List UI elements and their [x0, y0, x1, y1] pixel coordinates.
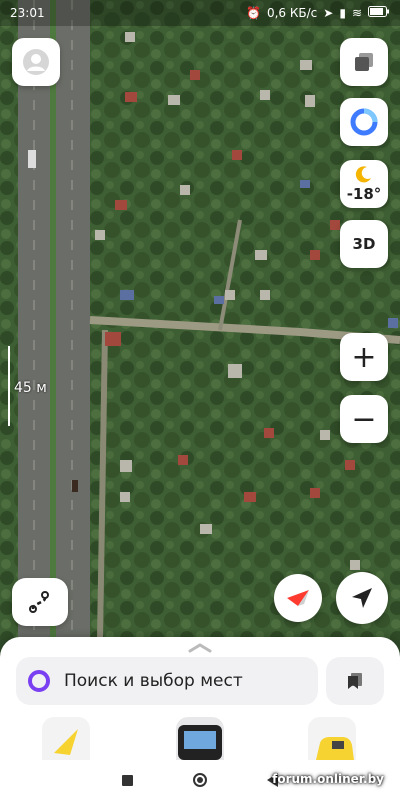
taxi-app[interactable]: [308, 717, 356, 760]
bookmarks-icon: [348, 673, 362, 689]
navigator-app[interactable]: [42, 717, 90, 760]
zoom-out-button[interactable]: −: [340, 395, 388, 443]
wifi-icon: ≋: [351, 6, 362, 20]
3d-view-button[interactable]: 3D: [340, 220, 388, 268]
recent-apps-button[interactable]: [122, 774, 133, 786]
route-button[interactable]: [12, 578, 68, 626]
compass-button[interactable]: [274, 574, 322, 622]
bookmarks-button[interactable]: [326, 657, 384, 705]
route-icon: [29, 591, 49, 613]
weather-temperature: -18°: [346, 185, 382, 203]
alice-search-icon: [28, 670, 50, 692]
alice-icon: [350, 108, 378, 136]
alarm-icon: ⏰: [246, 6, 261, 20]
satellite-map[interactable]: 45 м: [0, 0, 400, 640]
layers-icon: [355, 53, 373, 71]
transport-app[interactable]: [176, 717, 224, 760]
my-location-button[interactable]: [336, 572, 388, 624]
map-imagery: [0, 0, 400, 640]
status-bar: 23:01 ⏰ 0,6 КБ/с ➤ ▮ ≋: [0, 0, 400, 26]
network-speed: 0,6 КБ/с: [266, 6, 318, 20]
bottom-sheet[interactable]: Поиск и выбор мест: [0, 637, 400, 760]
watermark: forum.onliner.by: [272, 772, 384, 786]
navigator-arrow-icon: [54, 729, 78, 755]
alice-assistant-button[interactable]: [340, 98, 388, 146]
navigation-status-icon: ➤: [323, 6, 334, 20]
status-time: 23:01: [10, 6, 45, 20]
battery-icon: [368, 6, 390, 20]
profile-button[interactable]: [12, 38, 60, 86]
search-bar[interactable]: Поиск и выбор мест: [16, 657, 318, 705]
map-scale-bar: [8, 346, 10, 426]
map-layers-button[interactable]: [340, 38, 388, 86]
user-avatar-icon: [23, 49, 49, 75]
bus-icon: [178, 725, 222, 760]
location-arrow-icon: [352, 588, 372, 608]
taxi-car-icon: [316, 737, 354, 760]
map-scale-label: 45 м: [14, 380, 47, 396]
search-label: Поиск и выбор мест: [64, 671, 243, 691]
status-icons: ⏰ 0,6 КБ/с ➤ ▮ ≋: [246, 6, 390, 20]
services-row: [0, 717, 400, 760]
home-button[interactable]: [193, 773, 207, 787]
moon-icon: [355, 166, 371, 183]
signal-icon: ▮: [339, 6, 346, 20]
zoom-in-button[interactable]: +: [340, 333, 388, 381]
weather-widget[interactable]: -18°: [340, 160, 388, 208]
compass-icon: [287, 590, 309, 606]
chevron-up-icon[interactable]: [188, 643, 212, 653]
